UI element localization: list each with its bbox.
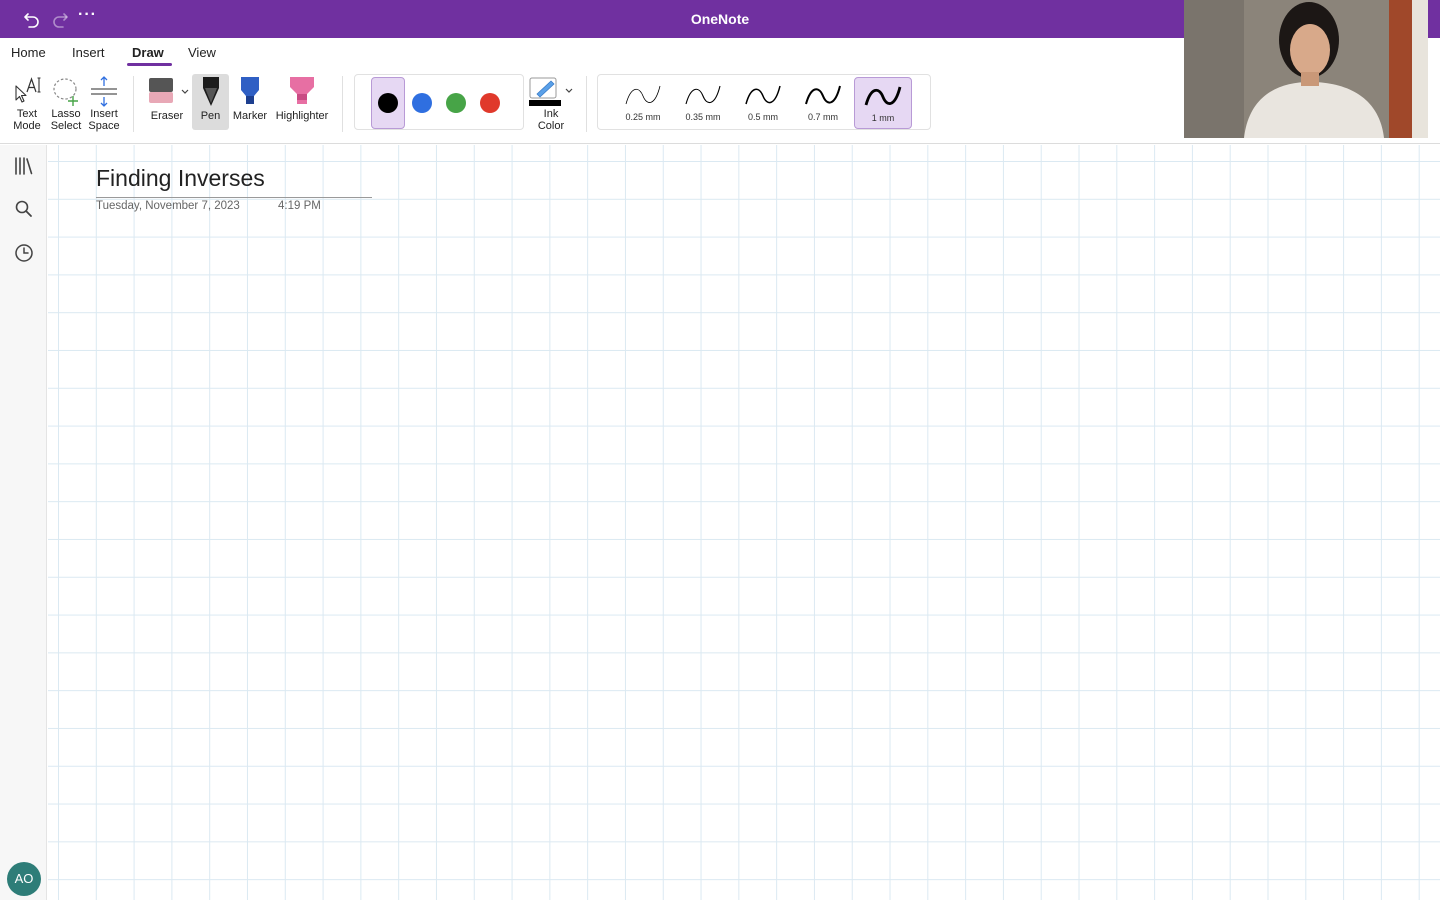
ink-color-icon bbox=[529, 77, 573, 106]
active-tab-indicator bbox=[127, 63, 172, 66]
pen-width-selector: 0.25 mm 0.35 mm 0.5 mm 0.7 mm 1 mm bbox=[597, 74, 931, 130]
redo-icon[interactable] bbox=[50, 9, 70, 29]
search-icon[interactable] bbox=[13, 198, 35, 220]
tab-view[interactable]: View bbox=[188, 45, 216, 60]
text-mode-icon bbox=[15, 77, 41, 103]
note-canvas[interactable] bbox=[48, 145, 1440, 900]
width-option-0-25mm[interactable]: 0.25 mm bbox=[614, 77, 672, 129]
stroke-sample-icon bbox=[864, 86, 902, 106]
width-option-1mm[interactable]: 1 mm bbox=[854, 77, 912, 129]
marker-icon bbox=[241, 77, 259, 104]
stroke-sample-icon bbox=[745, 85, 781, 105]
lasso-icon bbox=[53, 78, 78, 106]
insert-space-button[interactable]: Insert Space bbox=[85, 74, 123, 132]
eraser-icon bbox=[149, 78, 189, 103]
color-swatch-black[interactable] bbox=[378, 93, 398, 113]
color-swatch-red[interactable] bbox=[480, 93, 500, 113]
stroke-sample-icon bbox=[805, 85, 841, 105]
width-option-0-5mm[interactable]: 0.5 mm bbox=[734, 77, 792, 129]
navigation-rail: AO bbox=[0, 145, 47, 900]
pen-button[interactable]: Pen bbox=[192, 74, 229, 130]
more-options-button[interactable]: ··· bbox=[78, 6, 96, 28]
insert-space-icon bbox=[91, 76, 117, 107]
width-option-0-7mm[interactable]: 0.7 mm bbox=[794, 77, 852, 129]
stroke-sample-icon bbox=[685, 85, 721, 105]
avatar[interactable]: AO bbox=[7, 862, 41, 896]
webcam-video bbox=[1184, 0, 1428, 138]
text-mode-button[interactable]: Text Mode bbox=[8, 74, 46, 132]
width-option-0-35mm[interactable]: 0.35 mm bbox=[674, 77, 732, 129]
page-date: Tuesday, November 7, 2023 bbox=[96, 200, 240, 212]
page-title[interactable]: Finding Inverses bbox=[96, 165, 372, 198]
toolbar-divider bbox=[342, 76, 343, 132]
ink-color-palette bbox=[354, 74, 524, 130]
marker-button[interactable]: Marker bbox=[231, 74, 269, 122]
color-swatch-blue[interactable] bbox=[412, 93, 432, 113]
stroke-sample-icon bbox=[625, 85, 661, 105]
tab-insert[interactable]: Insert bbox=[72, 45, 105, 60]
eraser-button[interactable]: Eraser bbox=[144, 74, 190, 122]
tab-draw[interactable]: Draw bbox=[132, 45, 164, 60]
toolbar-divider bbox=[586, 76, 587, 132]
pen-icon bbox=[202, 77, 219, 106]
highlighter-icon bbox=[290, 77, 314, 104]
highlighter-button[interactable]: Highlighter bbox=[273, 74, 331, 122]
toolbar-divider bbox=[133, 76, 134, 132]
tab-home[interactable]: Home bbox=[11, 45, 46, 60]
notebooks-icon[interactable] bbox=[13, 155, 35, 177]
ink-color-button[interactable]: Ink Color bbox=[527, 76, 575, 132]
color-swatch-green[interactable] bbox=[446, 93, 466, 113]
lasso-select-button[interactable]: Lasso Select bbox=[47, 74, 85, 132]
app-title: OneNote bbox=[690, 11, 750, 27]
page-time: 4:19 PM bbox=[278, 200, 321, 212]
clock-icon[interactable] bbox=[13, 242, 35, 264]
webcam-person-image bbox=[1184, 0, 1428, 138]
undo-icon[interactable] bbox=[22, 9, 42, 29]
